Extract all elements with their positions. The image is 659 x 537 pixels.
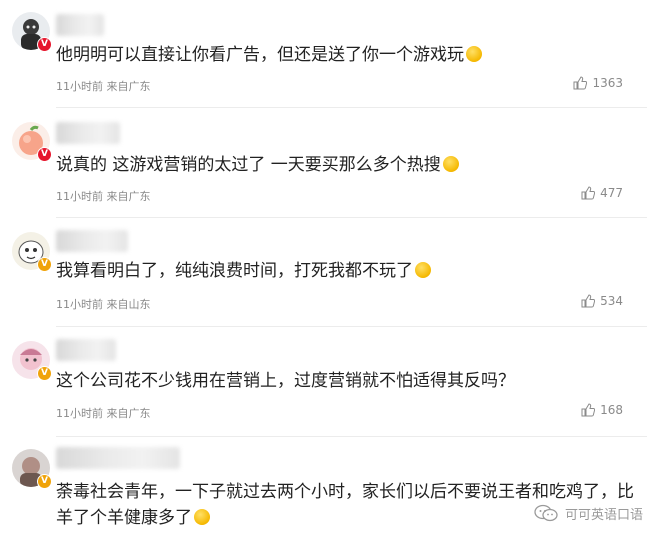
like-count: 1363	[592, 76, 623, 90]
comment-item: V 他明明可以直接让你看广告，但还是送了你一个游戏玩 11小时前 来自广东 13…	[0, 0, 659, 108]
username-blurred[interactable]	[56, 122, 120, 144]
comment-item: V 我算看明白了，纯纯浪费时间，打死我都不玩了 11小时前 来自山东 534	[0, 218, 659, 327]
avatar[interactable]: V	[12, 12, 52, 52]
comment-meta: 11小时前 来自广东	[56, 190, 151, 203]
verified-badge-icon: V	[37, 37, 52, 52]
verified-badge-icon: V	[37, 257, 52, 272]
verified-badge-icon: V	[37, 474, 52, 489]
like-count: 477	[600, 186, 623, 200]
avatar[interactable]: V	[12, 341, 52, 381]
avatar[interactable]: V	[12, 449, 52, 489]
comment-text: 说真的 这游戏营销的太过了 一天要买那么多个热搜	[56, 152, 645, 178]
verified-badge-icon: V	[37, 366, 52, 381]
comment-meta: 11小时前 来自广东	[56, 80, 151, 93]
crying-laughing-emoji-icon	[415, 262, 431, 278]
comment-meta: 11小时前 来自山东	[56, 298, 151, 311]
username-blurred[interactable]	[56, 339, 116, 361]
crying-laughing-emoji-icon	[466, 46, 482, 62]
comment-text: 我算看明白了，纯纯浪费时间，打死我都不玩了	[56, 258, 645, 284]
comment-meta: 11小时前 来自广东	[56, 407, 151, 420]
username-blurred[interactable]	[56, 14, 104, 36]
comment-text: 这个公司花不少钱用在营销上，过度营销就不怕适得其反吗？	[56, 371, 515, 391]
comment-item: V 这个公司花不少钱用在营销上，过度营销就不怕适得其反吗？ 11小时前 来自广东…	[0, 327, 659, 437]
like-button[interactable]: 534	[581, 294, 623, 308]
crying-face-emoji-icon	[442, 156, 459, 172]
avatar[interactable]: V	[12, 232, 52, 272]
avatar[interactable]: V	[12, 122, 52, 162]
like-count: 534	[600, 294, 623, 308]
like-button[interactable]: 477	[581, 186, 623, 200]
comment-text: 他明明可以直接让你看广告，但还是送了你一个游戏玩	[56, 42, 645, 68]
thumbs-up-icon	[581, 186, 596, 200]
thumbs-up-icon	[581, 294, 596, 308]
smile-emoji-icon	[194, 509, 210, 525]
comment-item: V 说真的 这游戏营销的太过了 一天要买那么多个热搜 11小时前 来自广东 47…	[0, 108, 659, 218]
thumbs-up-icon	[581, 403, 596, 417]
verified-badge-icon: V	[37, 147, 52, 162]
username-blurred[interactable]	[56, 230, 128, 252]
like-count: 168	[600, 403, 623, 417]
watermark: 可可英语口语	[533, 503, 643, 523]
wechat-icon	[534, 504, 558, 522]
like-button[interactable]: 168	[581, 403, 623, 417]
like-button[interactable]: 1363	[573, 76, 623, 90]
thumbs-up-icon	[573, 76, 588, 90]
watermark-label: 可可英语口语	[564, 507, 643, 523]
username-blurred[interactable]	[56, 447, 180, 469]
